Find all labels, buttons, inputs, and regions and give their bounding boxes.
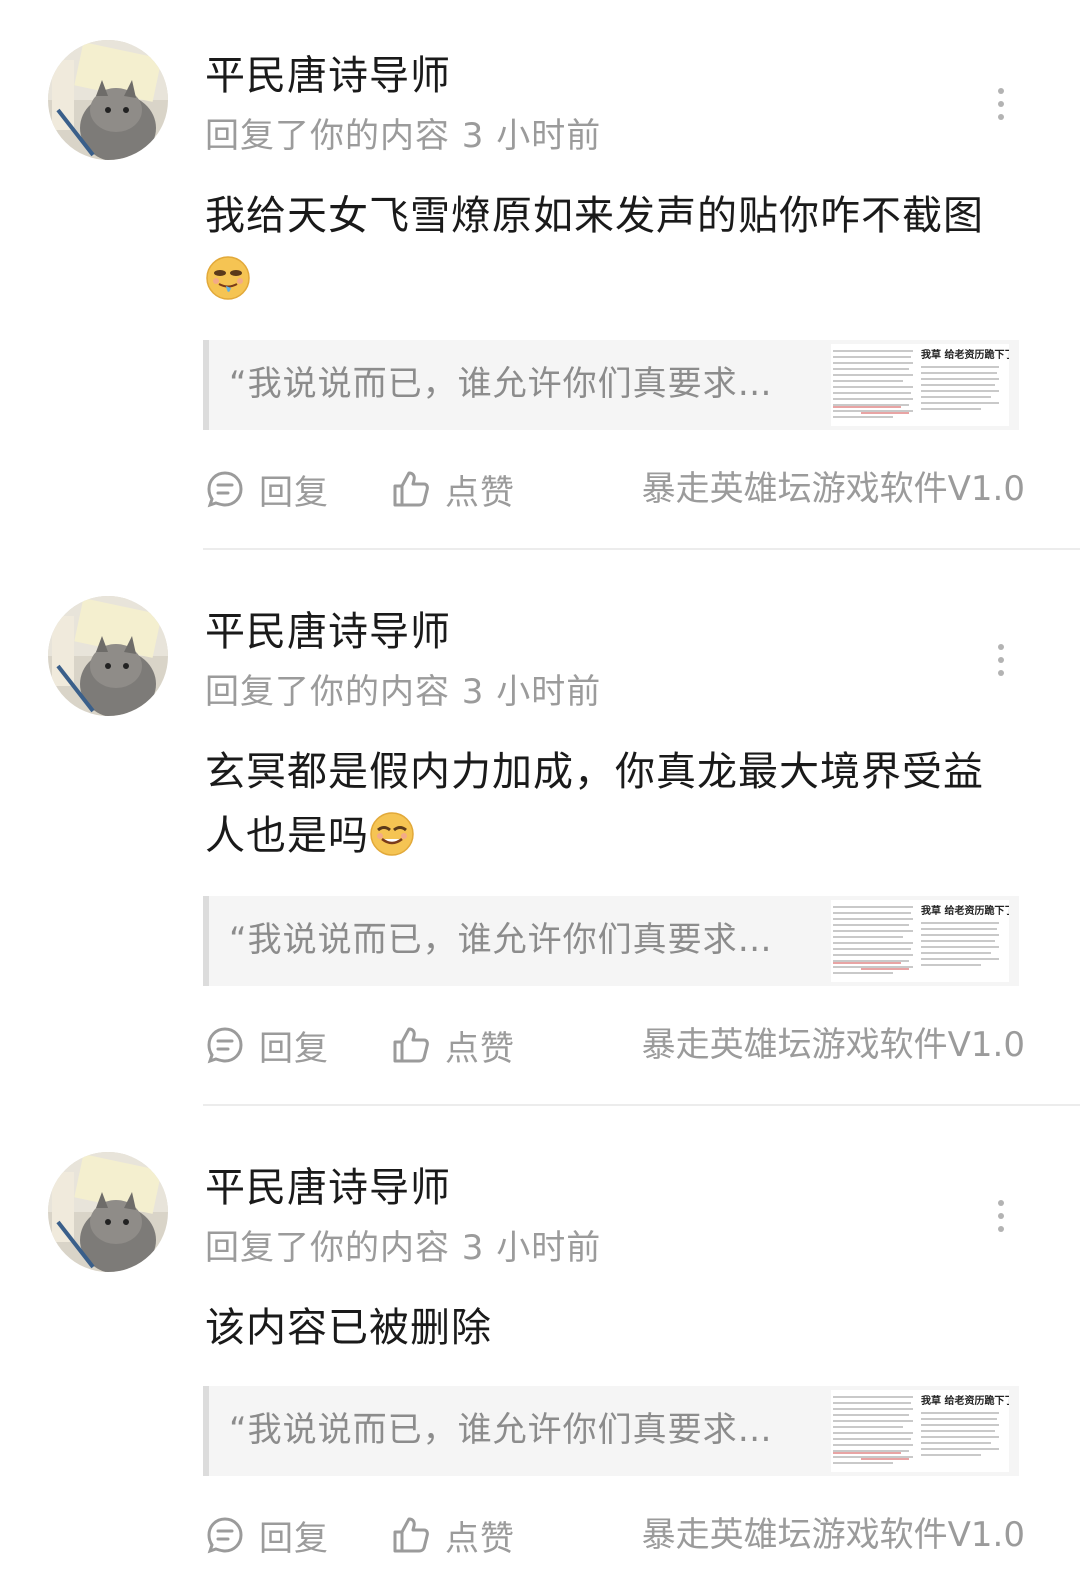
thumbnail-title: 我草 给老资历跪下了	[921, 906, 1009, 917]
quoted-post-text: “我说说而已，谁允许你们真要求…	[229, 920, 773, 960]
thumbnail-title: 我草 给老资历跪下了	[921, 350, 1009, 361]
like-button[interactable]: 点赞	[391, 464, 515, 514]
reply-button[interactable]: 回复	[205, 1020, 329, 1070]
quoted-post-thumbnail: 我草 给老资历跪下了	[831, 900, 1009, 982]
divider	[203, 1104, 1080, 1106]
like-label: 点赞	[445, 472, 515, 513]
quoted-post-thumbnail: 我草 给老资历跪下了	[831, 344, 1009, 426]
drooling-emoji-icon	[205, 255, 251, 301]
thumbnail-title: 我草 给老资历跪下了	[921, 1396, 1009, 1407]
like-label: 点赞	[445, 1028, 515, 1069]
reply-bubble-icon	[207, 1517, 243, 1554]
comment-item[interactable]: 平民唐诗导师 回复了你的内容 3 小时前 该内容已被删除 “我说说而已，谁允许你…	[0, 1112, 1080, 1576]
comment-body: 该内容已被删除	[205, 1305, 492, 1351]
like-label: 点赞	[445, 1518, 515, 1559]
reply-label: 回复	[259, 472, 329, 513]
like-button[interactable]: 点赞	[391, 1510, 515, 1560]
quoted-post[interactable]: “我说说而已，谁允许你们真要求… 我草 给老资历跪下了	[203, 896, 1019, 986]
comment-actions: 回复 点赞 暴走英雄坛游戏软件V1.0	[205, 1510, 1035, 1560]
quoted-post[interactable]: “我说说而已，谁允许你们真要求… 我草 给老资历跪下了	[203, 340, 1019, 430]
thumbs-up-icon	[393, 1517, 429, 1553]
comment-body: 我给天女飞雪燎原如来发声的贴你咋不截图	[205, 193, 984, 239]
comment-actions: 回复 点赞 暴走英雄坛游戏软件V1.0	[205, 1020, 1035, 1070]
comment-text: 我给天女飞雪燎原如来发声的贴你咋不截图	[205, 184, 1015, 312]
username[interactable]: 平民唐诗导师	[205, 606, 451, 658]
thumbs-up-icon	[393, 1027, 429, 1063]
username[interactable]: 平民唐诗导师	[205, 1162, 451, 1214]
reply-button[interactable]: 回复	[205, 1510, 329, 1560]
more-options-icon[interactable]	[984, 1196, 1018, 1236]
source-label: 暴走英雄坛游戏软件V1.0	[641, 469, 1025, 509]
avatar[interactable]	[48, 40, 168, 160]
comment-text: 玄冥都是假内力加成，你真龙最大境界受益人也是吗	[205, 740, 1015, 868]
reply-bubble-icon	[207, 471, 243, 508]
reply-label: 回复	[259, 1028, 329, 1069]
thumbs-up-icon	[393, 471, 429, 507]
source-label: 暴走英雄坛游戏软件V1.0	[641, 1025, 1025, 1065]
more-options-icon[interactable]	[984, 84, 1018, 124]
quoted-post-thumbnail: 我草 给老资历跪下了	[831, 1390, 1009, 1472]
avatar[interactable]	[48, 596, 168, 716]
smug-emoji-icon	[369, 811, 415, 857]
quoted-post-text: “我说说而已，谁允许你们真要求…	[229, 364, 773, 404]
comment-item[interactable]: 平民唐诗导师 回复了你的内容 3 小时前 玄冥都是假内力加成，你真龙最大境界受益…	[0, 556, 1080, 1106]
reply-button[interactable]: 回复	[205, 464, 329, 514]
quoted-post-text: “我说说而已，谁允许你们真要求…	[229, 1410, 773, 1450]
avatar[interactable]	[48, 1152, 168, 1272]
username[interactable]: 平民唐诗导师	[205, 50, 451, 102]
comment-body: 玄冥都是假内力加成，你真龙最大境界受益人也是吗	[205, 749, 984, 859]
divider	[203, 548, 1080, 550]
reply-meta: 回复了你的内容 3 小时前	[205, 672, 602, 712]
quoted-post[interactable]: “我说说而已，谁允许你们真要求… 我草 给老资历跪下了	[203, 1386, 1019, 1476]
reply-label: 回复	[259, 1518, 329, 1559]
comment-actions: 回复 点赞 暴走英雄坛游戏软件V1.0	[205, 464, 1035, 514]
comment-item[interactable]: 平民唐诗导师 回复了你的内容 3 小时前 我给天女飞雪燎原如来发声的贴你咋不截图…	[0, 0, 1080, 550]
comment-text: 该内容已被删除	[205, 1296, 1015, 1360]
like-button[interactable]: 点赞	[391, 1020, 515, 1070]
source-label: 暴走英雄坛游戏软件V1.0	[641, 1515, 1025, 1555]
reply-meta: 回复了你的内容 3 小时前	[205, 116, 602, 156]
reply-bubble-icon	[207, 1027, 243, 1064]
more-options-icon[interactable]	[984, 640, 1018, 680]
reply-meta: 回复了你的内容 3 小时前	[205, 1228, 602, 1268]
